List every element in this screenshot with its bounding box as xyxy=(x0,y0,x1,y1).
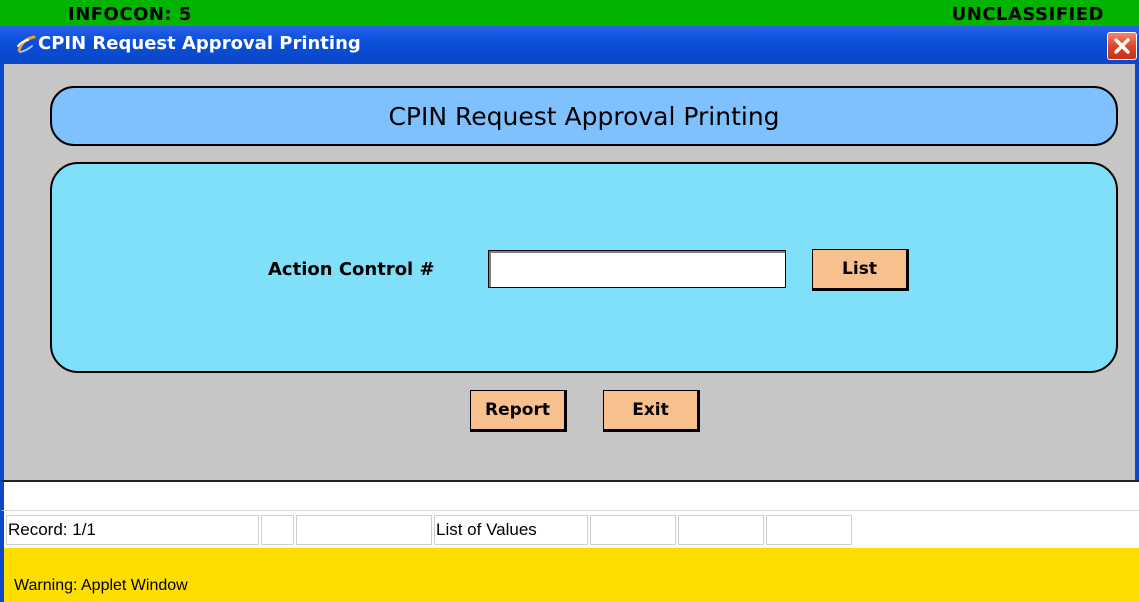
action-control-label: Action Control # xyxy=(268,259,435,280)
action-control-input[interactable] xyxy=(488,250,786,288)
window-title: CPIN Request Approval Printing xyxy=(38,33,361,54)
header-panel: CPIN Request Approval Printing xyxy=(50,86,1118,146)
classification-banner: INFOCON: 5 UNCLASSIFIED xyxy=(0,0,1139,26)
criteria-panel: Action Control # List xyxy=(50,162,1118,373)
infocon-level: INFOCON: 5 xyxy=(68,4,192,25)
lov-indicator: List of Values xyxy=(434,515,588,545)
form-canvas: CPIN Request Approval Printing Action Co… xyxy=(0,64,1139,480)
classification-label: UNCLASSIFIED xyxy=(951,4,1104,25)
page-title: CPIN Request Approval Printing xyxy=(388,101,780,131)
list-button[interactable]: List xyxy=(812,249,909,291)
status-bar: Record: 1/1 List of Values xyxy=(0,510,1139,548)
close-button[interactable] xyxy=(1107,32,1137,60)
applet-warning-text: Warning: Applet Window xyxy=(14,577,188,594)
report-button[interactable]: Report xyxy=(470,390,567,432)
status-cell xyxy=(296,515,432,545)
status-cell xyxy=(678,515,764,545)
status-cell xyxy=(261,515,294,545)
applet-warning-bar: Warning: Applet Window xyxy=(0,548,1139,602)
message-line xyxy=(0,480,1139,510)
close-icon xyxy=(1114,38,1130,54)
exit-button[interactable]: Exit xyxy=(603,390,700,432)
status-cell xyxy=(590,515,676,545)
status-cell xyxy=(766,515,852,545)
java-cup-icon xyxy=(15,33,37,55)
window-titlebar[interactable]: CPIN Request Approval Printing xyxy=(0,26,1139,64)
record-indicator: Record: 1/1 xyxy=(6,515,259,545)
